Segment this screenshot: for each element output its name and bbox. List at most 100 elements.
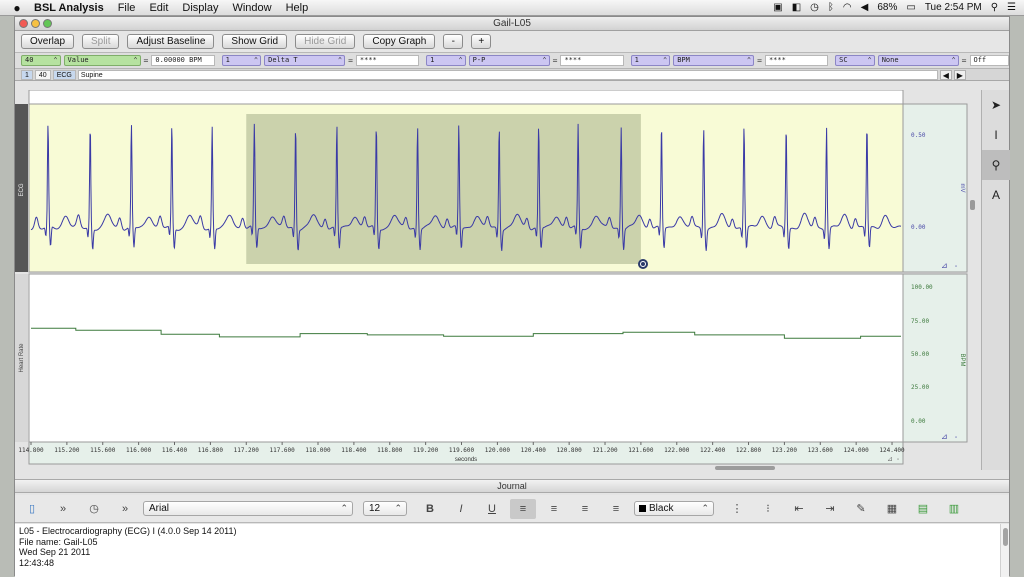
previous-event-arrow-icon[interactable]: ◀ <box>939 69 952 80</box>
ecg-lock-icon[interactable]: ▫ <box>955 264 957 270</box>
hide-grid-button[interactable]: Hide Grid <box>295 34 356 49</box>
copy-graph-button[interactable]: Copy Graph <box>363 34 436 49</box>
text-color-select[interactable]: Black <box>634 501 714 516</box>
app-menu[interactable]: BSL Analysis <box>34 2 104 14</box>
next-event-arrow-icon[interactable]: ▶ <box>953 69 966 80</box>
paste-graph-icon[interactable]: ▥ <box>941 499 967 519</box>
apple-menu-icon[interactable]: ● <box>0 1 34 15</box>
measure3-value: **** <box>560 55 624 66</box>
measure2-value: **** <box>355 55 420 66</box>
text-color-label: Black <box>649 503 674 514</box>
insert-table-icon[interactable]: ▦ <box>879 499 905 519</box>
menu-display[interactable]: Display <box>182 2 218 14</box>
journal-header[interactable]: Journal <box>15 479 1009 493</box>
ecg-unit-label: mV <box>959 184 965 193</box>
insert-link-icon[interactable]: ✎ <box>848 499 874 519</box>
outdent-icon[interactable]: ⇤ <box>786 499 812 519</box>
status-menu-icon-2[interactable]: ◧ <box>792 2 801 13</box>
menu-window[interactable]: Window <box>232 2 271 14</box>
time-lock-icon[interactable]: ▫ <box>897 457 899 463</box>
bluetooth-icon[interactable]: ᛒ <box>828 2 834 13</box>
close-window-icon[interactable] <box>19 19 28 28</box>
hr-autoscale-icon[interactable]: ⊿ <box>941 432 948 441</box>
journal-line: File name: Gail-L05 <box>19 536 98 547</box>
overlap-button[interactable]: Overlap <box>21 34 75 49</box>
journal-text-area[interactable]: L05 - Electrocardiography (ECG) I (4.0.0… <box>15 524 1009 577</box>
bullet-list-icon[interactable]: ⁝ <box>755 499 781 519</box>
menu-file[interactable]: File <box>118 2 136 14</box>
measure1-channel-select[interactable]: 40 <box>21 55 61 66</box>
volume-icon[interactable]: ◀ <box>861 2 869 13</box>
measure1-type-select[interactable]: Value <box>63 55 141 66</box>
channel-tab-row: 1 40 ECG Supine ◀ ▶ <box>15 69 1009 81</box>
show-grid-button[interactable]: Show Grid <box>222 34 288 49</box>
indent-icon[interactable]: ⇥ <box>817 499 843 519</box>
event-label-field[interactable]: Supine <box>77 69 938 80</box>
measure3-type-select[interactable]: P-P <box>468 55 550 66</box>
ecg-tab[interactable]: ECG <box>52 69 76 80</box>
vertical-scrollbar-thumb[interactable] <box>970 200 975 210</box>
zoom-tool-icon[interactable]: ⚲ <box>982 150 1010 180</box>
measure5-channel-select[interactable]: SC <box>835 55 875 66</box>
underline-button[interactable]: U <box>479 499 505 519</box>
journal-expand-icon-2[interactable]: » <box>112 499 138 519</box>
ecg-yaxis-panel[interactable] <box>902 103 968 273</box>
align-right-button[interactable]: ≡ <box>572 499 598 519</box>
bold-button[interactable]: B <box>417 499 443 519</box>
x-tick-label: 124.000 <box>844 447 870 454</box>
split-button[interactable]: Split <box>82 34 120 49</box>
ecg-autoscale-icon[interactable]: ⊿ <box>941 261 948 270</box>
annotate-tool-icon[interactable]: A <box>982 180 1010 210</box>
journal-scrollbar[interactable] <box>1000 524 1009 577</box>
hr-yaxis-panel[interactable] <box>902 273 968 443</box>
measure2-type-select[interactable]: Delta T <box>264 55 346 66</box>
zoom-out-button[interactable]: - <box>443 34 464 49</box>
channel-1-tab[interactable]: 1 <box>21 69 33 80</box>
time-autoscale-icon[interactable]: ⊿ <box>887 456 893 463</box>
notification-list-icon[interactable]: ☰ <box>1007 2 1016 13</box>
zoom-window-icon[interactable] <box>43 19 52 28</box>
journal-document-icon[interactable]: ▯ <box>19 499 45 519</box>
menu-help[interactable]: Help <box>286 2 309 14</box>
menu-edit[interactable]: Edit <box>149 2 168 14</box>
journal-scrollbar-thumb[interactable] <box>1003 528 1008 546</box>
clock[interactable]: Tue 2:54 PM <box>925 2 982 13</box>
measure4-type-select[interactable]: BPM <box>673 55 755 66</box>
journal-expand-icon[interactable]: » <box>50 499 76 519</box>
measure5-type-select[interactable]: None <box>877 55 959 66</box>
zoom-in-button[interactable]: + <box>471 34 492 49</box>
numbered-list-icon[interactable]: ⋮ <box>724 499 750 519</box>
measure5-value: Off <box>969 55 1010 66</box>
hr-ytick-1: 75.00 <box>911 318 929 325</box>
measure2-channel-select[interactable]: 1 <box>221 55 262 66</box>
align-left-button[interactable]: ≡ <box>510 498 536 519</box>
battery-icon[interactable]: ▭ <box>906 2 915 13</box>
graph-toolbar: Overlap Split Adjust Baseline Show Grid … <box>15 31 1009 53</box>
time-machine-icon[interactable]: ◷ <box>810 2 819 13</box>
channel-40-tab[interactable]: 40 <box>34 69 51 80</box>
wifi-icon[interactable]: ◠ <box>843 2 852 13</box>
equals-sign: = <box>757 56 762 65</box>
font-size-select[interactable]: 12 <box>363 501 407 516</box>
hr-plot-bg[interactable] <box>28 273 904 443</box>
align-center-button[interactable]: ≡ <box>541 499 567 519</box>
font-family-select[interactable]: Arial <box>143 501 353 516</box>
measure3-channel-select[interactable]: 1 <box>426 55 466 66</box>
minimize-window-icon[interactable] <box>31 19 40 28</box>
justify-button[interactable]: ≡ <box>603 499 629 519</box>
paste-data-icon[interactable]: ▤ <box>910 499 936 519</box>
hr-lock-icon[interactable]: ▫ <box>955 435 957 441</box>
i-beam-cursor-icon[interactable]: I <box>982 120 1010 150</box>
status-menu-icon[interactable]: ▣ <box>773 2 782 13</box>
italic-button[interactable]: I <box>448 499 474 519</box>
graph-area[interactable]: ECG Heart Rate ▴ 0.50 0.00 mV ⊿ ▫ 100.00… <box>15 90 979 470</box>
adjust-baseline-button[interactable]: Adjust Baseline <box>127 34 215 49</box>
measure4-channel-select[interactable]: 1 <box>630 55 671 66</box>
spotlight-search-icon[interactable]: ⚲ <box>991 2 998 13</box>
journal-timestamp-icon[interactable]: ◷ <box>81 499 107 519</box>
horizontal-scrollbar-thumb[interactable] <box>715 466 775 470</box>
x-tick-label: 122.800 <box>736 447 762 454</box>
arrow-cursor-icon[interactable]: ➤ <box>982 90 1010 120</box>
x-tick-label: 124.400 <box>879 447 905 454</box>
graph-svg[interactable]: ECG Heart Rate ▴ 0.50 0.00 mV ⊿ ▫ 100.00… <box>15 90 979 470</box>
